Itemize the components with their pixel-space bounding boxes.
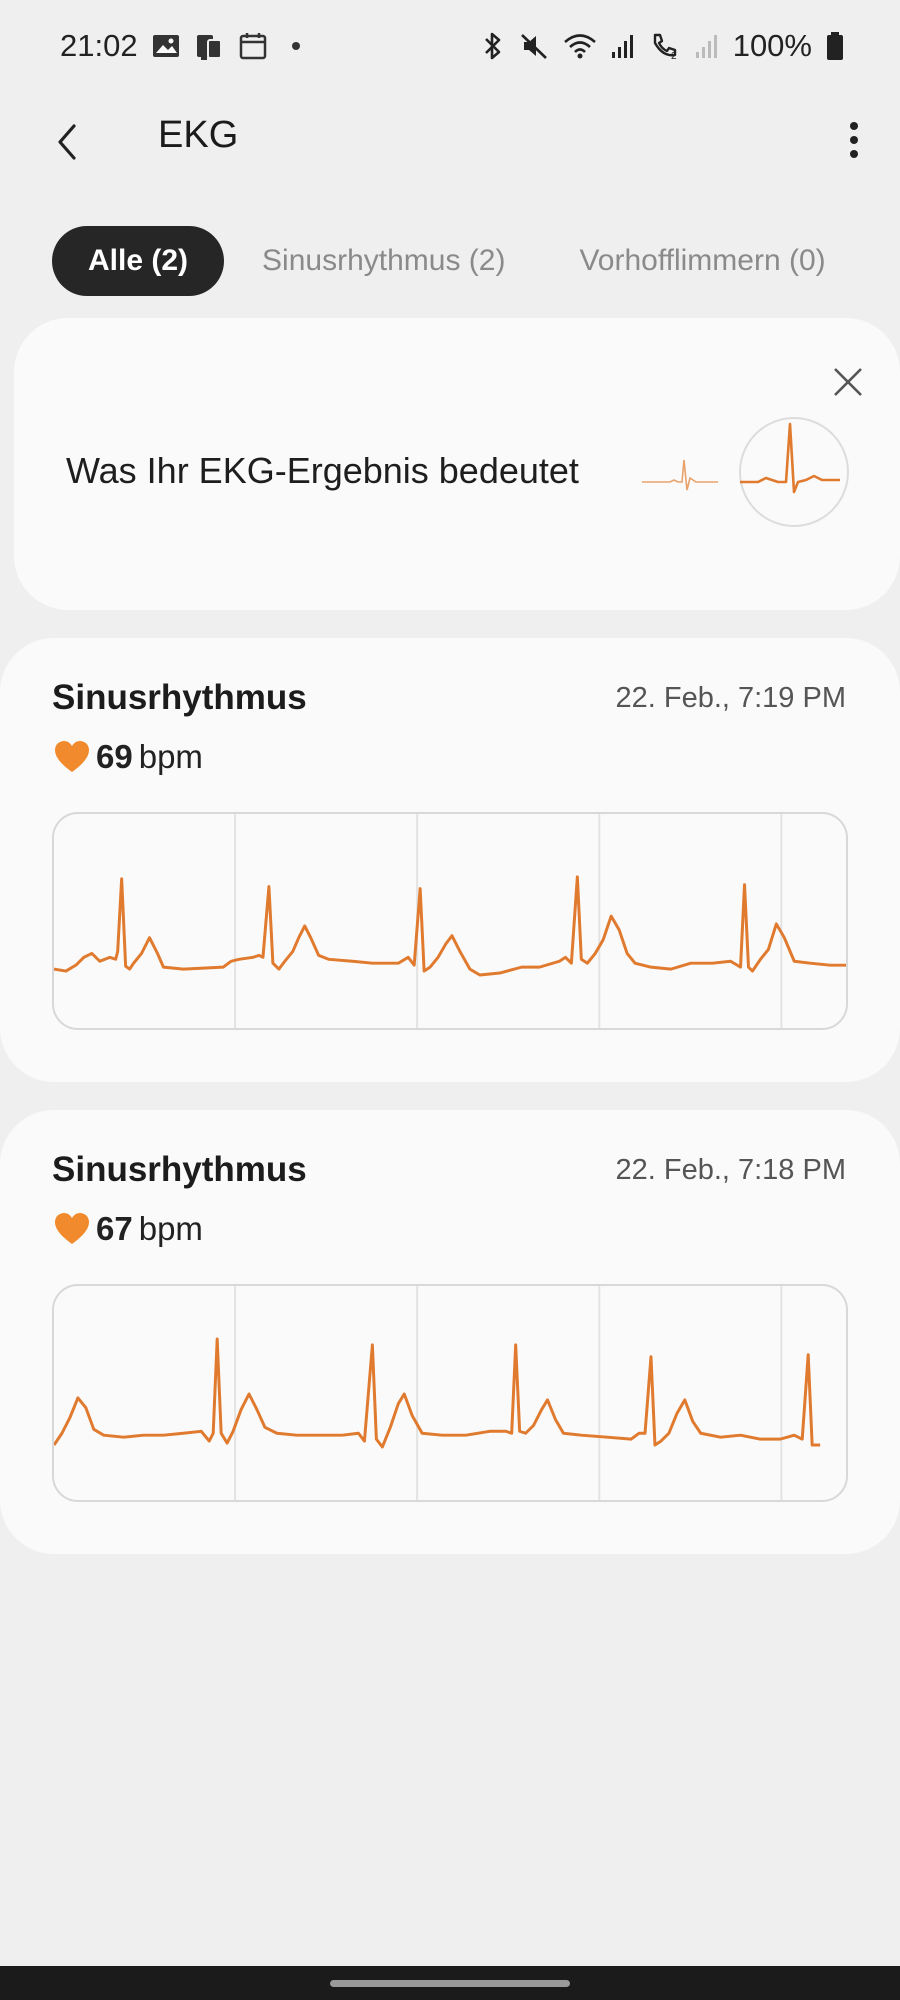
ekg-record-card[interactable]: Sinusrhythmus 22. Feb., 7:19 PM 69 bpm — [0, 638, 900, 1082]
dot-icon — [291, 42, 300, 50]
signal-2-icon — [695, 28, 719, 64]
bpm-value: 67 — [96, 1210, 133, 1247]
navigation-bar — [0, 1966, 900, 2000]
tab-alle[interactable]: Alle (2) — [52, 226, 225, 296]
device-icon — [194, 28, 224, 64]
gallery-icon — [152, 28, 180, 64]
more-options-button[interactable] — [830, 108, 878, 172]
record-heart-rate: 67 bpm — [54, 1210, 203, 1248]
status-left: 21:02 — [60, 28, 300, 64]
ekg-trace-svg — [54, 1286, 821, 1500]
bpm-value: 69 — [96, 738, 133, 775]
record-heart-rate: 69 bpm — [54, 738, 203, 776]
bpm-unit: bpm — [138, 1210, 203, 1247]
svg-text:2: 2 — [671, 51, 677, 61]
record-type: Sinusrhythmus — [52, 1150, 307, 1189]
ekg-trace — [52, 812, 848, 1030]
close-icon — [834, 368, 862, 396]
info-card[interactable]: Was Ihr EKG-Ergebnis bedeutet — [14, 318, 900, 610]
heart-icon — [55, 741, 89, 772]
signal-icon — [611, 28, 635, 64]
info-card-text: Was Ihr EKG-Ergebnis bedeutet — [66, 450, 579, 491]
filter-tabs: Alle (2) Sinusrhythmus (2) Vorhofflimmer… — [52, 226, 862, 296]
record-date: 22. Feb., 7:19 PM — [615, 682, 846, 714]
page-title: EKG — [158, 114, 239, 156]
mute-icon — [519, 28, 549, 64]
back-button[interactable] — [38, 112, 98, 172]
status-time: 21:02 — [60, 28, 138, 63]
back-arrow-icon — [58, 124, 76, 160]
bpm-unit: bpm — [138, 738, 203, 775]
home-handle[interactable] — [330, 1980, 570, 1987]
battery-icon — [826, 28, 844, 64]
wifi-call-icon: 2 — [649, 28, 681, 64]
heart-icon — [55, 1213, 89, 1244]
calendar-icon — [238, 28, 268, 64]
close-button[interactable] — [826, 360, 870, 404]
status-bar: 21:02 2 100% — [0, 0, 900, 92]
more-vertical-icon — [850, 122, 858, 158]
status-right: 2 100% — [481, 28, 844, 64]
tab-vorhofflimmern[interactable]: Vorhofflimmern (0) — [543, 226, 861, 296]
ekg-record-card[interactable]: Sinusrhythmus 22. Feb., 7:18 PM 67 bpm — [0, 1110, 900, 1554]
bluetooth-icon — [481, 28, 505, 64]
record-date: 22. Feb., 7:18 PM — [615, 1154, 846, 1186]
tab-sinusrhythmus[interactable]: Sinusrhythmus (2) — [226, 226, 541, 296]
ekg-trace-svg — [54, 814, 846, 1028]
ekg-trace — [52, 1284, 848, 1502]
ekg-illustration-icon — [642, 417, 849, 527]
record-type: Sinusrhythmus — [52, 678, 307, 717]
battery-percent: 100% — [732, 28, 812, 63]
app-header: EKG — [0, 92, 900, 188]
wifi-icon — [563, 28, 597, 64]
